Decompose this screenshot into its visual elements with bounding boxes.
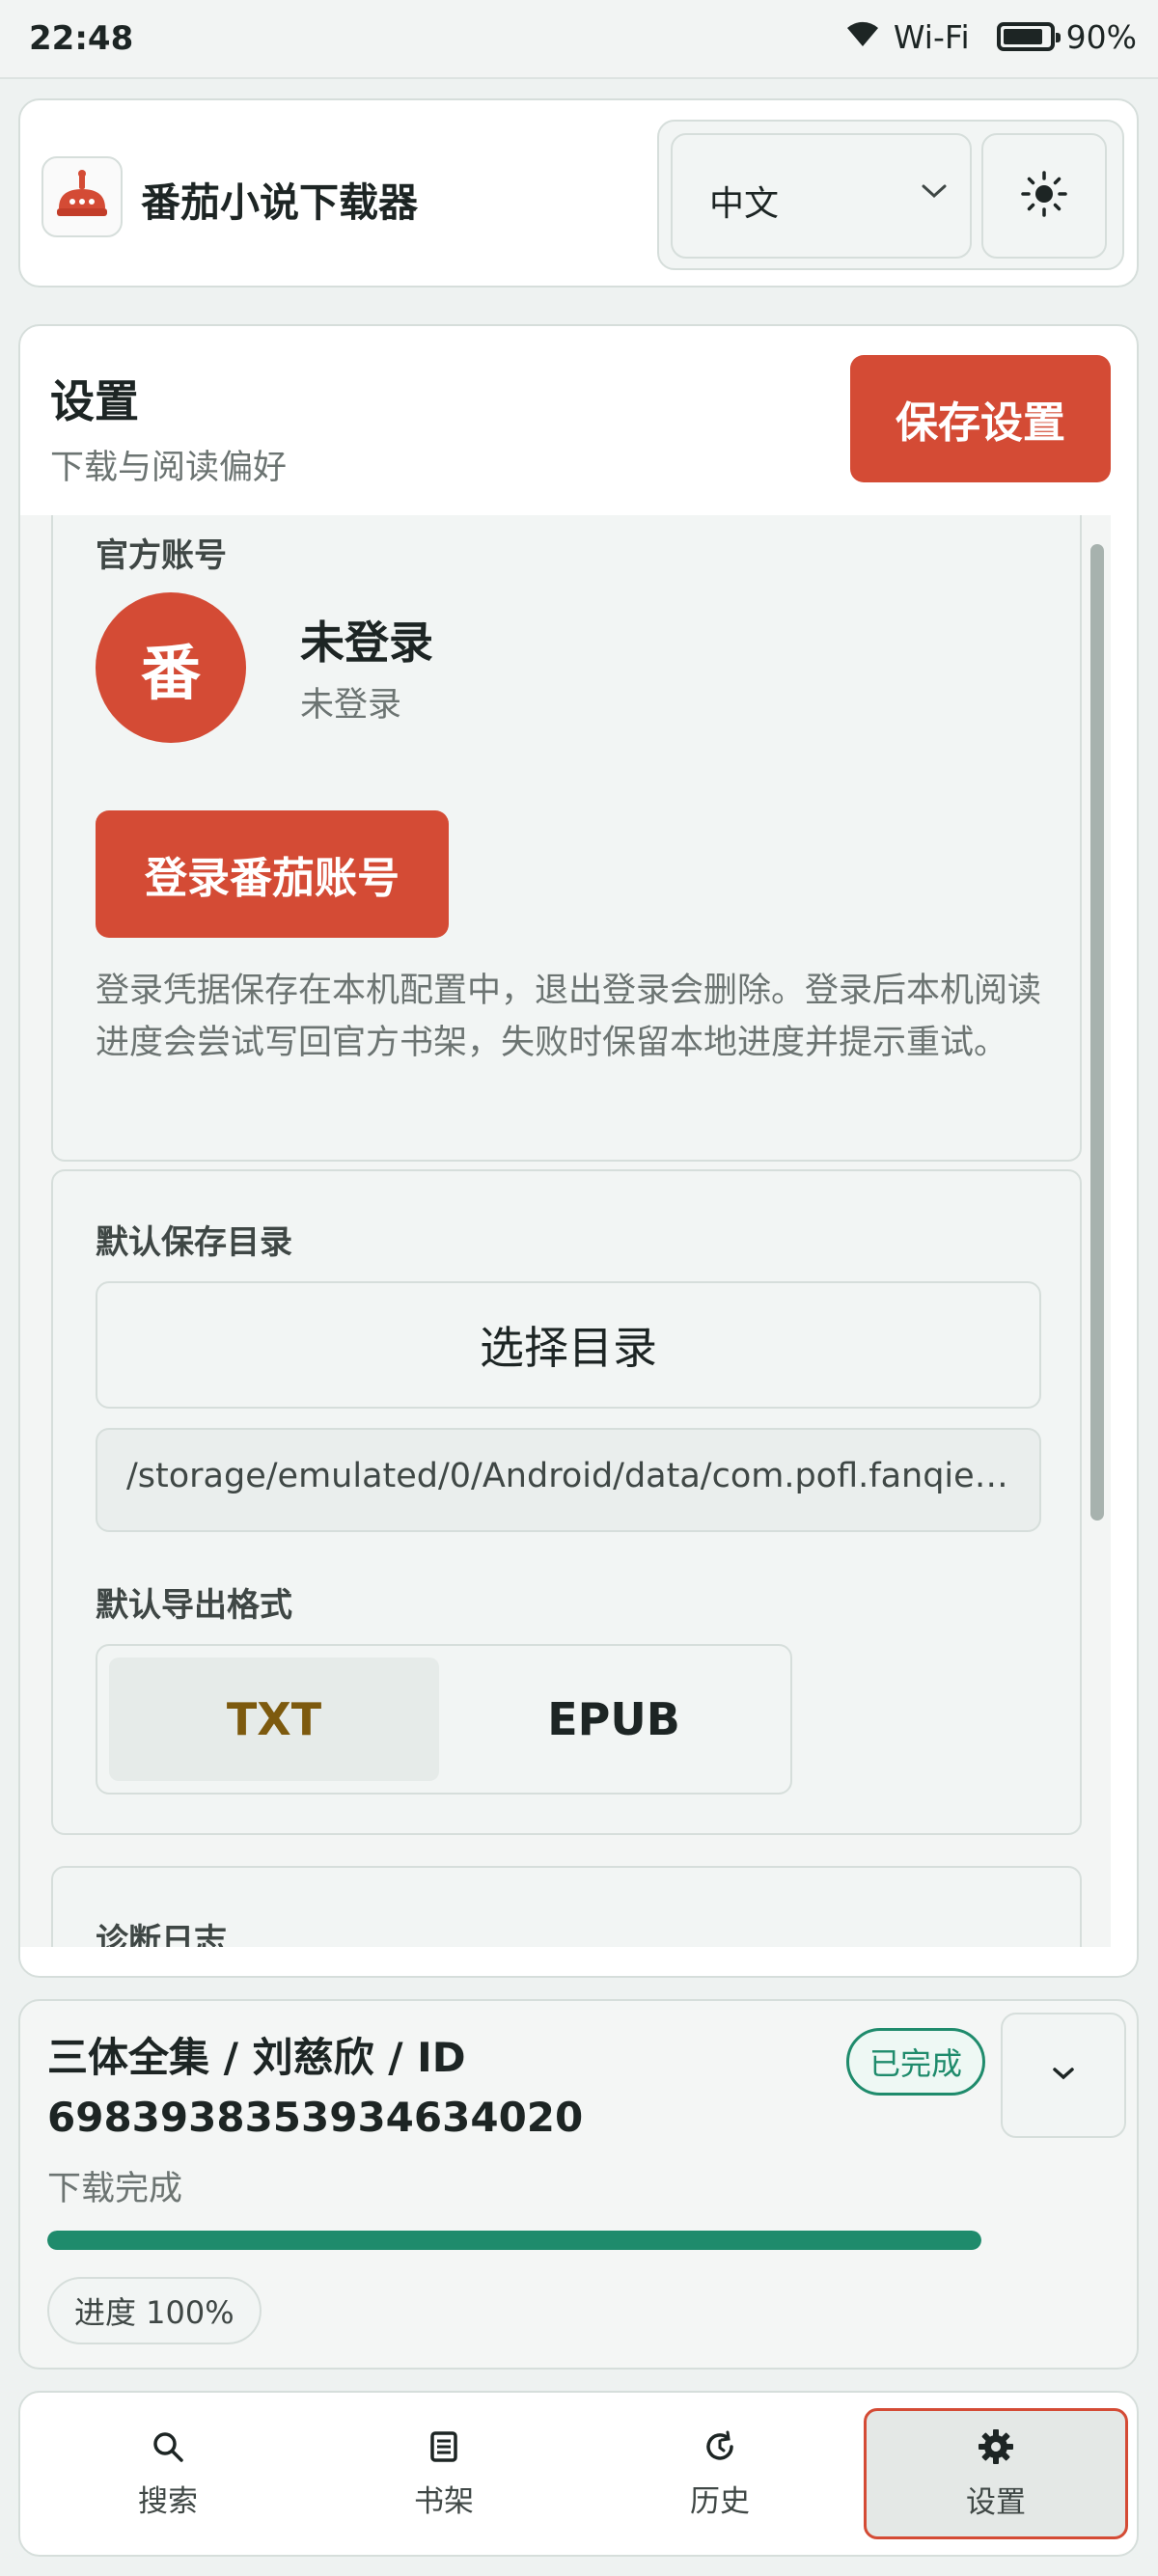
network-label: Wi-Fi xyxy=(893,17,970,56)
settings-card: 设置 下载与阅读偏好 保存设置 官方账号 番 未登录 未登录 登录番茄账号 登录… xyxy=(18,324,1139,1978)
progress-chip: 进度 100% xyxy=(47,2277,262,2344)
nav-item-search[interactable]: 搜索 xyxy=(36,2408,300,2539)
search-icon xyxy=(150,2428,186,2469)
scrollbar-thumb[interactable] xyxy=(1090,544,1104,1521)
avatar: 番 xyxy=(96,592,246,743)
gear-icon xyxy=(977,2427,1015,2470)
battery-level xyxy=(1003,29,1043,44)
diagnostic-log-section: 诊断日志 xyxy=(51,1866,1082,1947)
expand-button[interactable] xyxy=(1001,2013,1126,2138)
header-controls: 中文 xyxy=(657,120,1124,270)
page-subtitle: 下载与阅读偏好 xyxy=(50,449,288,487)
wifi-icon xyxy=(843,17,882,56)
nav-item-bookshelf[interactable]: 书架 xyxy=(312,2408,576,2539)
account-name: 未登录 xyxy=(300,617,433,669)
status-bar: 22:48 Wi-Fi 90% xyxy=(0,0,1158,79)
download-status: 下载完成 xyxy=(47,2170,183,2208)
bookshelf-icon xyxy=(426,2428,462,2469)
progress-bar-fill xyxy=(47,2231,981,2250)
chevron-down-icon xyxy=(1049,2064,1078,2087)
sun-icon xyxy=(1020,170,1068,222)
history-icon xyxy=(702,2428,738,2469)
theme-toggle-button[interactable] xyxy=(981,133,1107,259)
format-option-epub[interactable]: EPUB xyxy=(449,1658,779,1781)
nav-item-settings[interactable]: 设置 xyxy=(864,2408,1128,2539)
nav-item-history[interactable]: 历史 xyxy=(588,2408,852,2539)
nav-label-settings: 设置 xyxy=(966,2484,1026,2520)
status-badge: 已完成 xyxy=(846,2028,985,2096)
language-value: 中文 xyxy=(709,184,780,224)
download-task-card: 三体全集 / 刘慈欣 / ID 6983938353934634020 已完成 … xyxy=(18,1999,1139,2370)
chevron-down-icon xyxy=(920,181,949,205)
directory-path-field[interactable]: /storage/emulated/0/Android/data/com.pof… xyxy=(96,1428,1041,1532)
app-header: 番茄小说下载器 中文 xyxy=(18,98,1139,288)
tomato-logo-icon xyxy=(41,156,123,237)
settings-scroll-area[interactable]: 官方账号 番 未登录 未登录 登录番茄账号 登录凭据保存在本机配置中，退出登录会… xyxy=(20,515,1111,1947)
nav-label-search: 搜索 xyxy=(138,2483,198,2519)
choose-directory-button[interactable]: 选择目录 xyxy=(96,1281,1041,1409)
save-settings-button[interactable]: 保存设置 xyxy=(850,355,1111,482)
account-section-label: 官方账号 xyxy=(96,536,227,575)
format-option-txt[interactable]: TXT xyxy=(109,1658,439,1781)
battery-icon xyxy=(996,22,1061,51)
export-format-label: 默认导出格式 xyxy=(96,1586,292,1625)
language-select[interactable]: 中文 xyxy=(671,133,972,259)
export-format-toggle: TXT EPUB xyxy=(96,1644,792,1795)
download-title: 三体全集 / 刘慈欣 / ID 6983938353934634020 xyxy=(47,2034,584,2141)
nav-label-bookshelf: 书架 xyxy=(414,2483,474,2519)
login-description: 登录凭据保存在本机配置中，退出登录会删除。登录后本机阅读进度会尝试写回官方书架，… xyxy=(96,972,1042,1062)
directory-section: 默认保存目录 选择目录 /storage/emulated/0/Android/… xyxy=(51,1169,1082,1835)
battery-percent: 90% xyxy=(1065,17,1137,56)
page-title: 设置 xyxy=(50,375,139,427)
bottom-nav: 搜索 书架 历史 设置 xyxy=(18,2391,1139,2557)
nav-label-history: 历史 xyxy=(690,2483,750,2519)
account-section: 官方账号 番 未登录 未登录 登录番茄账号 登录凭据保存在本机配置中，退出登录会… xyxy=(51,515,1082,1162)
diagnostic-log-label: 诊断日志 xyxy=(96,1922,227,1947)
status-indicators: Wi-Fi 90% xyxy=(843,17,1137,56)
progress-bar xyxy=(47,2231,981,2250)
account-status: 未登录 xyxy=(300,686,402,725)
status-time: 22:48 xyxy=(29,19,134,58)
login-button[interactable]: 登录番茄账号 xyxy=(96,810,449,938)
app-title: 番茄小说下载器 xyxy=(141,179,418,226)
save-directory-label: 默认保存目录 xyxy=(96,1223,292,1262)
